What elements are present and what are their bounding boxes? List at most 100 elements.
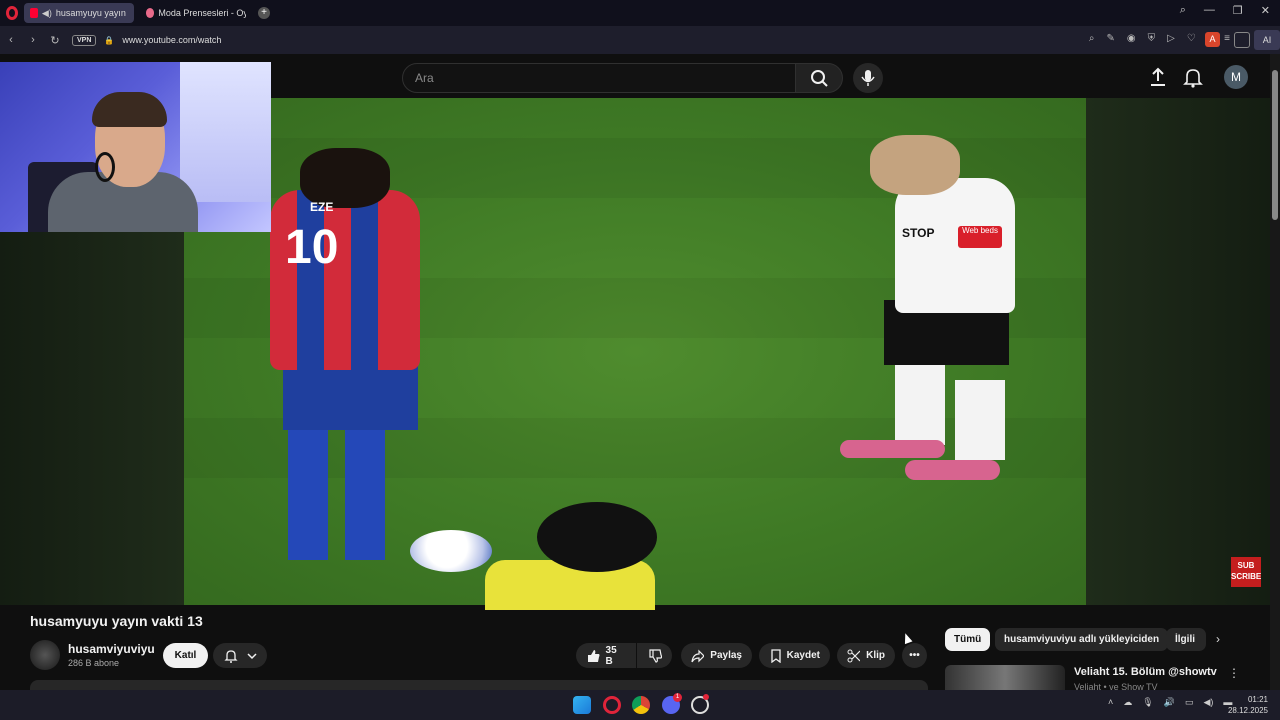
address-bar: ‹ › ↻ VPN 🔒 www.youtube.com/watch ⌕ ✎ ◉ … [0,26,1280,54]
subscribe-watermark[interactable]: SUB SCRIBE [1231,557,1261,587]
join-button[interactable]: Katıl [163,643,208,668]
url-field[interactable]: www.youtube.com/watch [122,35,221,45]
browser-tab-bar: ◀) husamyuyu yayın vakti Moda Prensesler… [0,0,1280,26]
heart-icon[interactable]: ♡ [1187,33,1196,44]
chip-uploader[interactable]: husamviyuviyu adlı yükleyiciden [995,628,1169,651]
player-shorts [283,360,418,430]
clock-time: 01:21 [1247,695,1268,704]
chrome-icon[interactable] [632,696,650,714]
restore-icon[interactable]: ❐ [1233,4,1243,17]
chevron-up-icon[interactable]: ˄ [1108,697,1113,708]
user-avatar[interactable]: M [1224,65,1248,89]
description-box[interactable] [30,680,928,690]
dislike-button[interactable] [637,643,672,668]
scissors-icon [847,649,861,662]
scrollbar-thumb[interactable] [1272,70,1278,220]
menu-icon[interactable]: ≡ [1224,33,1230,44]
ai-button[interactable]: AI [1254,30,1280,50]
search-button[interactable] [795,63,843,93]
voice-search-button[interactable] [853,63,883,93]
lock-icon[interactable]: 🔒 [104,36,114,45]
clip-button[interactable]: Klip [837,643,895,668]
chip-all[interactable]: Tümü [945,628,991,651]
microphone-icon[interactable]: 🎙 [1142,697,1153,708]
windows-start-icon[interactable] [573,696,591,714]
volume-icon[interactable]: 🔊 [1164,697,1175,708]
youtube-icon [30,8,38,18]
video-title: husamyuyu yayın vakti 13 [30,613,203,629]
save-label: Kaydet [786,650,820,661]
player-leg [895,365,945,445]
minimize-icon[interactable]: — [1204,4,1215,17]
zoom-icon[interactable]: ⌕ [1089,33,1095,44]
search-icon [811,70,828,87]
edit-icon[interactable]: ✎ [1106,33,1114,44]
chip-related[interactable]: İlgili [1166,628,1206,651]
more-actions-button[interactable]: ••• [902,643,927,668]
player-name-print: EZE [310,200,334,214]
player-boot [840,440,945,458]
network-icon[interactable]: ▭ [1185,697,1194,708]
player-head [870,135,960,195]
clock-date: 28.12.2025 [1227,706,1268,715]
play-icon[interactable]: ▷ [1167,33,1175,44]
player-leg [345,420,385,560]
player-leg [288,420,328,560]
football [410,530,492,572]
share-button[interactable]: Paylaş [681,643,752,668]
notifications-button[interactable] [1183,66,1203,88]
thumbs-down-icon [648,648,662,663]
vpn-badge[interactable]: VPN [72,34,97,46]
like-button[interactable]: 35 B [576,643,636,668]
more-vertical-icon[interactable]: ⋮ [1228,666,1240,680]
system-clock[interactable]: 01:21 28.12.2025 [1226,694,1268,716]
opera-logo-icon[interactable] [6,6,18,20]
camera-icon[interactable]: ◉ [1127,33,1136,44]
player-leg [955,380,1005,460]
back-icon[interactable]: ‹ [0,34,22,46]
recommendation-thumbnail[interactable] [945,665,1065,690]
speaker-icon[interactable]: ◀) [42,8,52,19]
sponsor-logo: Web beds [958,226,1002,248]
extensions-icon[interactable] [1234,32,1250,48]
mouse-cursor-icon [901,631,913,645]
channel-name[interactable]: husamviyuviyu [68,642,155,656]
new-tab-button[interactable]: + [258,7,270,19]
tab-title: Moda Prensesleri - Oyunu [158,8,246,18]
share-icon [691,649,705,662]
reload-icon[interactable]: ↻ [44,34,66,47]
opera-icon[interactable] [603,696,621,714]
channel-avatar[interactable] [30,640,60,670]
save-button[interactable]: Kaydet [759,643,830,668]
share-label: Paylaş [710,650,742,661]
bell-icon [223,649,238,663]
screen: ◀) husamyuyu yayın vakti Moda Prensesler… [0,0,1280,720]
microphone-icon [861,70,875,86]
tab-youtube[interactable]: ◀) husamyuyu yayın vakti [24,3,134,23]
profile-avatar[interactable]: A [1205,32,1220,47]
search-input[interactable]: Ara [402,63,796,93]
chevron-down-icon [246,652,257,659]
forward-icon[interactable]: › [22,34,44,46]
tab-game[interactable]: Moda Prensesleri - Oyunu [140,3,252,23]
player-number-print: 10 [285,221,339,274]
bell-icon [1183,69,1203,88]
chevron-right-icon[interactable]: › [1216,632,1220,646]
speaker-icon[interactable]: ◀) [1203,697,1213,708]
clip-label: Klip [866,650,885,661]
upload-button[interactable] [1148,66,1168,88]
subscription-bell-button[interactable] [213,643,267,668]
cloud-icon[interactable]: ☁ [1123,697,1132,708]
system-tray: ˄ ☁ 🎙 🔊 ▭ ◀) ▬ [1108,697,1232,708]
shield-icon[interactable]: ⛨ [1148,33,1156,44]
close-icon[interactable]: ✕ [1261,4,1270,17]
search-tabs-icon[interactable]: ⌕ [1180,4,1186,17]
thumbs-up-icon [588,649,600,662]
recommendation-title[interactable]: Veliaht 15. Bölüm @showtv [1074,666,1217,678]
headset-icon [95,152,115,182]
like-count: 35 B [605,644,617,667]
more-icon: ••• [909,650,920,661]
subscriber-count: 286 B abone [68,658,120,668]
notification-dot [703,694,709,700]
bookmark-icon [771,648,781,663]
